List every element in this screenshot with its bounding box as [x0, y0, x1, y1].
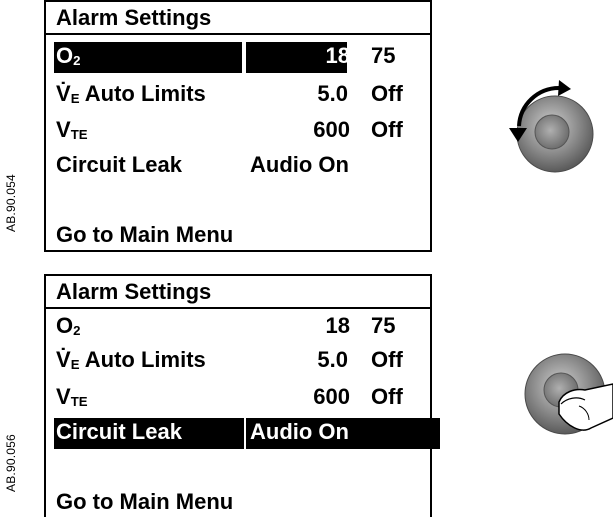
go-to-main-menu[interactable]: Go to Main Menu [56, 489, 233, 515]
row-ve-auto-limits[interactable]: V̇E Auto Limits 5.0 Off [54, 346, 430, 377]
press-knob-icon [519, 344, 613, 444]
alarm-settings-panel-top: Alarm Settings O2 18 75 V̇E Auto Limits … [44, 0, 432, 252]
value-audio[interactable]: Audio On [250, 152, 349, 178]
row-o2[interactable]: O2 18 75 [54, 42, 430, 73]
value-low[interactable]: 600 [313, 117, 350, 143]
figure-code-top: AB.90.054 [4, 174, 18, 232]
row-label: Circuit Leak [56, 152, 182, 177]
panel-title-bar: Alarm Settings [46, 276, 430, 309]
value-audio[interactable]: Audio On [250, 419, 349, 445]
figure-code-bottom: AB.90.056 [4, 434, 18, 492]
row-label: O2 [56, 43, 81, 68]
panel-title-bar: Alarm Settings [46, 2, 430, 35]
rotate-knob-icon [495, 72, 595, 182]
value-low[interactable]: 18 [326, 313, 350, 339]
row-vte[interactable]: VTE 600 Off [54, 383, 430, 414]
value-high[interactable]: Off [371, 117, 403, 143]
row-ve-auto-limits[interactable]: V̇E Auto Limits 5.0 Off [54, 80, 430, 111]
row-highlight [54, 42, 242, 73]
value-high[interactable]: 75 [371, 43, 395, 69]
value-low[interactable]: 600 [313, 384, 350, 410]
value-high[interactable]: 75 [371, 313, 395, 339]
value-low[interactable]: 5.0 [317, 81, 348, 107]
row-label: V̇E Auto Limits [56, 347, 206, 372]
row-o2[interactable]: O2 18 75 [54, 312, 430, 343]
alarm-settings-panel-bottom: Alarm Settings O2 18 75 V̇E Auto Limits … [44, 274, 440, 517]
row-label: O2 [56, 313, 81, 338]
row-vte[interactable]: VTE 600 Off [54, 116, 430, 147]
value-high[interactable]: Off [371, 81, 403, 107]
go-to-main-menu[interactable]: Go to Main Menu [56, 222, 233, 248]
row-label: VTE [56, 117, 88, 142]
row-label: V̇E Auto Limits [56, 81, 206, 106]
value-high[interactable]: Off [371, 347, 403, 373]
value-low[interactable]: 5.0 [317, 347, 348, 373]
value-low[interactable]: 18 [326, 43, 350, 69]
row-label: Circuit Leak [56, 419, 182, 444]
row-label: VTE [56, 384, 88, 409]
panel-title: Alarm Settings [56, 279, 212, 304]
value-high[interactable]: Off [371, 384, 403, 410]
row-circuit-leak[interactable]: Circuit Leak Audio On [54, 151, 430, 182]
panel-title: Alarm Settings [56, 5, 212, 30]
row-circuit-leak[interactable]: Circuit Leak Audio On [54, 418, 440, 449]
